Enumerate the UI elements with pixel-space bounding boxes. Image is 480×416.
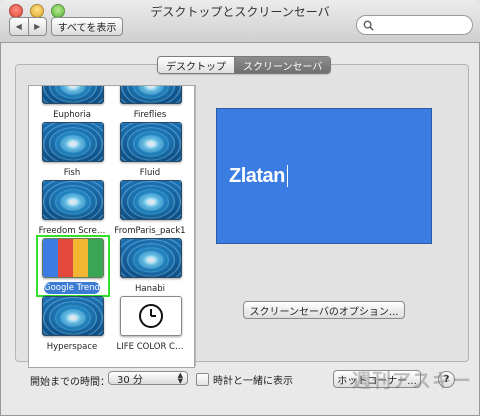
- trends-stripe-blue: [43, 239, 58, 277]
- saver-item-life-color-clock[interactable]: LIFE COLOR C…: [111, 296, 189, 360]
- screen-saver-options-button[interactable]: スクリーンセーバのオプション...: [243, 301, 405, 319]
- saver-name: Fish: [63, 168, 81, 178]
- chevron-left-icon: ◀: [15, 22, 22, 31]
- saver-name: Google Trends: [44, 282, 100, 294]
- saver-name: Fireflies: [133, 110, 167, 120]
- show-clock-checkbox[interactable]: [196, 373, 209, 386]
- saver-thumbnail: [42, 122, 104, 162]
- panel-divider: [195, 85, 196, 366]
- show-clock-label: 時計と一緒に表示: [213, 376, 293, 387]
- search-icon: [363, 20, 374, 31]
- preferences-window: デスクトップとスクリーンセーバ ◀ ▶ すべてを表示 デスクトップ スクリーンセ…: [0, 0, 480, 416]
- saver-item-google-trends[interactable]: Google Trends: [33, 235, 111, 302]
- preview-text: Zlatan: [229, 165, 288, 188]
- saver-name: Fluid: [139, 168, 161, 178]
- saver-name: FromParis_pack1: [114, 226, 186, 236]
- show-clock-option[interactable]: 時計と一緒に表示: [196, 372, 293, 387]
- saver-item-fromparis-pack1[interactable]: FromParis_pack1: [111, 180, 189, 244]
- show-all-button[interactable]: すべてを表示: [51, 17, 123, 36]
- screen-saver-preview: Zlatan: [216, 108, 432, 244]
- saver-thumbnail: [42, 86, 104, 104]
- saver-name: Hanabi: [135, 284, 165, 294]
- forward-button[interactable]: ▶: [27, 18, 47, 35]
- start-after-select[interactable]: 30 分 ▲ ▼: [108, 371, 188, 386]
- chevron-right-icon: ▶: [34, 22, 41, 31]
- back-button[interactable]: ◀: [10, 18, 28, 35]
- trends-stripe-yellow: [73, 239, 88, 277]
- trends-stripe-red: [58, 239, 73, 277]
- saver-thumbnail: [42, 296, 104, 336]
- search-field[interactable]: [356, 15, 473, 35]
- clock-icon: [139, 304, 163, 328]
- saver-name: Hyperspace: [46, 342, 98, 352]
- text-caret: [286, 165, 288, 188]
- saver-thumbnail: [120, 122, 182, 162]
- saver-thumbnail: [120, 238, 182, 278]
- start-after-value: 30 分: [117, 374, 143, 386]
- preview-word: Zlatan: [229, 164, 285, 187]
- watermark-logo: 週刊アスキー: [352, 371, 473, 392]
- saver-item-fish[interactable]: Fish: [33, 122, 111, 186]
- tab-screen-saver[interactable]: スクリーンセーバ: [234, 57, 331, 73]
- search-input[interactable]: [378, 18, 472, 32]
- saver-name: Euphoria: [53, 110, 91, 120]
- saver-thumbnail: [120, 86, 182, 104]
- tab-desktop[interactable]: デスクトップ: [158, 57, 234, 73]
- clock-thumbnail: [120, 296, 182, 336]
- saver-thumbnail: [120, 180, 182, 220]
- saver-name: LIFE COLOR C…: [116, 342, 184, 352]
- saver-item-hanabi[interactable]: Hanabi: [111, 238, 189, 302]
- tab-bar: デスクトップ スクリーンセーバ: [157, 56, 332, 74]
- saver-item-fluid[interactable]: Fluid: [111, 122, 189, 186]
- screen-saver-list[interactable]: Euphoria Fireflies Fish Fluid Freedom Sc…: [28, 85, 195, 368]
- trends-thumbnail: [42, 238, 104, 278]
- select-arrows-icon: ▲ ▼: [177, 371, 183, 385]
- saver-thumbnail: [42, 180, 104, 220]
- title-bar: デスクトップとスクリーンセーバ ◀ ▶ すべてを表示: [0, 0, 480, 43]
- navigation-buttons: ◀ ▶: [9, 17, 47, 36]
- trends-stripe-green: [88, 239, 103, 277]
- start-after-label: 開始までの時間：: [30, 377, 110, 388]
- saver-item-hyperspace[interactable]: Hyperspace: [33, 296, 111, 360]
